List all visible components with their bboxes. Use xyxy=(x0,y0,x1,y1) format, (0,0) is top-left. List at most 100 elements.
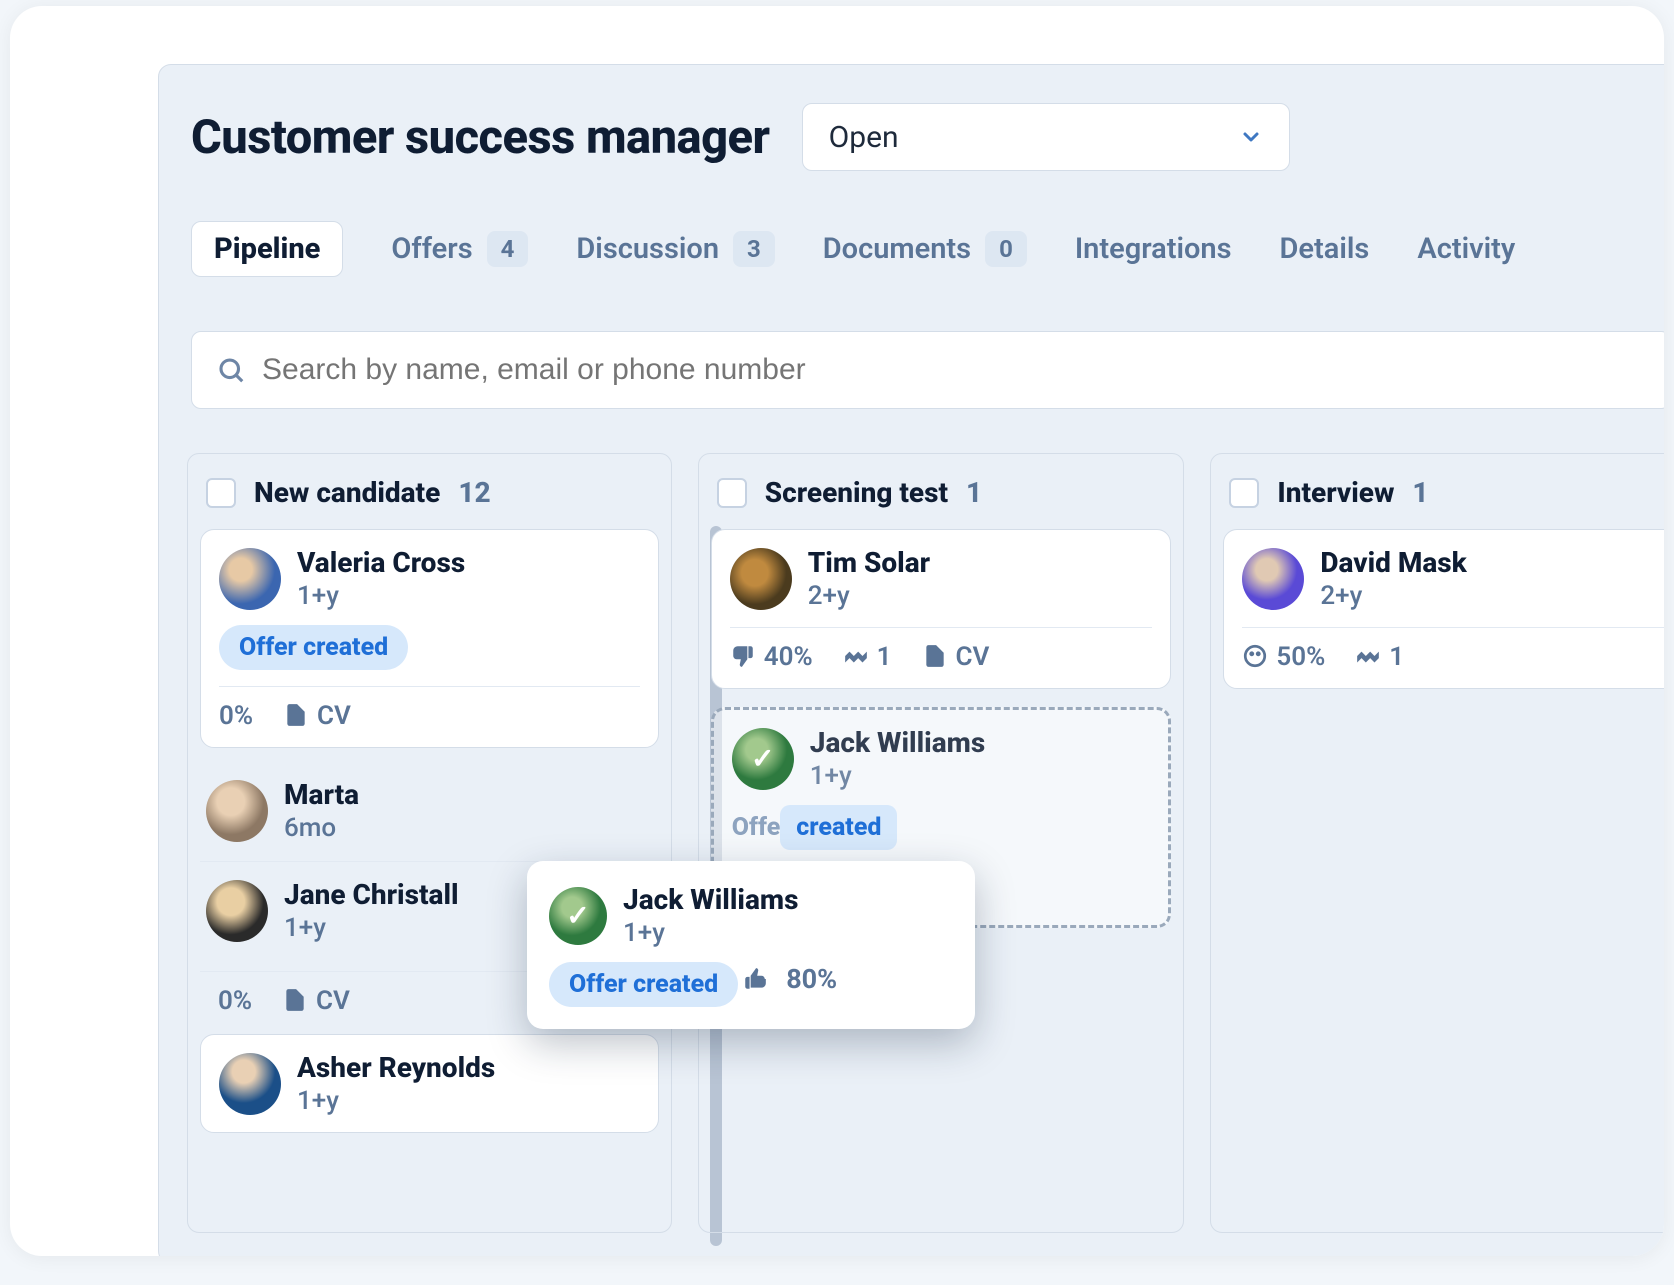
column-title: Interview xyxy=(1277,476,1394,509)
dragging-card[interactable]: Jack Williams 1+y Offer created 80% xyxy=(527,861,975,1029)
handshake-count: 1 xyxy=(1355,642,1404,672)
candidate-list-item[interactable]: Marta 6mo xyxy=(200,766,659,855)
search-icon xyxy=(216,355,246,385)
candidate-tenure: 1+y xyxy=(284,913,459,943)
tab-offers[interactable]: Offers 4 xyxy=(391,231,528,267)
column-screening-test: Screening test 1 Tim Solar 2+y 40% xyxy=(698,453,1185,1233)
tab-label: Pipeline xyxy=(214,232,320,266)
candidate-tenure: 1+y xyxy=(297,1086,495,1116)
thumb-score: 80% xyxy=(742,963,837,995)
tab-count: 4 xyxy=(487,231,529,267)
status-value: Open xyxy=(829,120,899,155)
candidate-name: Valeria Cross xyxy=(297,546,465,579)
column-title: New candidate xyxy=(254,476,440,509)
workspace-panel: Customer success manager Open Pipeline O… xyxy=(158,64,1664,1256)
tab-label: Discussion xyxy=(576,232,719,266)
candidate-tenure: 1+y xyxy=(297,581,465,611)
candidate-tenure: 6mo xyxy=(284,813,359,843)
candidate-name: David Mask xyxy=(1320,546,1466,579)
tab-documents[interactable]: Documents 0 xyxy=(823,231,1027,267)
candidate-name: Marta xyxy=(284,778,359,811)
avatar xyxy=(730,548,792,610)
offer-created-tag: Offer created xyxy=(549,962,738,1007)
tabs: Pipeline Offers 4 Discussion 3 Documents… xyxy=(159,221,1664,277)
header: Customer success manager Open xyxy=(159,103,1664,171)
candidate-tenure: 1+y xyxy=(623,918,798,948)
column-checkbox[interactable] xyxy=(206,478,236,508)
candidate-name: Tim Solar xyxy=(808,546,930,579)
candidate-name: Jack Williams xyxy=(623,883,798,916)
candidate-card[interactable]: David Mask 2+y 50% 1 xyxy=(1223,529,1664,689)
app-window: Customer success manager Open Pipeline O… xyxy=(10,6,1664,1256)
avatar xyxy=(1242,548,1304,610)
handshake-icon xyxy=(1355,643,1381,669)
column-header: Screening test 1 xyxy=(711,468,1172,529)
avatar xyxy=(219,1053,281,1115)
column-interview: Interview 1 David Mask 2+y 50% xyxy=(1210,453,1664,1233)
page-title: Customer success manager xyxy=(191,110,770,165)
tab-label: Details xyxy=(1280,232,1370,266)
offer-created-tag: Offer created xyxy=(219,625,408,670)
tab-label: Integrations xyxy=(1075,232,1232,266)
card-footer: 40% 1 CV xyxy=(730,627,1153,672)
candidate-card[interactable]: Asher Reynolds 1+y xyxy=(200,1034,659,1133)
score-percent: 50% xyxy=(1242,642,1325,672)
thumbs-down-icon xyxy=(730,643,756,669)
avatar xyxy=(732,728,794,790)
column-count: 12 xyxy=(458,476,490,509)
candidate-tenure: 2+y xyxy=(808,581,930,611)
tab-details[interactable]: Details xyxy=(1280,232,1370,266)
offer-tag-left: Offe xyxy=(732,813,781,842)
offer-tag-right: created xyxy=(780,805,897,850)
tab-count: 0 xyxy=(985,231,1027,267)
kanban-board: New candidate 12 Valeria Cross 1+y Offer… xyxy=(187,453,1664,1233)
candidate-name: Asher Reynolds xyxy=(297,1051,495,1084)
thumbs-up-icon xyxy=(742,966,768,992)
candidate-card[interactable]: Valeria Cross 1+y Offer created 0% CV xyxy=(200,529,659,748)
handshake-icon xyxy=(843,643,869,669)
avatar xyxy=(206,880,268,942)
cv-link[interactable]: CV xyxy=(283,701,351,731)
tab-discussion[interactable]: Discussion 3 xyxy=(576,231,774,267)
candidate-name: Jack Williams xyxy=(810,726,985,759)
search-box[interactable] xyxy=(191,331,1664,409)
tab-integrations[interactable]: Integrations xyxy=(1075,232,1232,266)
document-icon xyxy=(282,987,308,1013)
column-title: Screening test xyxy=(765,476,948,509)
cv-link[interactable]: CV xyxy=(922,642,990,672)
score-percent: 40% xyxy=(730,642,813,672)
column-new-candidate: New candidate 12 Valeria Cross 1+y Offer… xyxy=(187,453,672,1233)
chevron-down-icon xyxy=(1239,125,1263,149)
column-header: New candidate 12 xyxy=(200,468,659,529)
search-row xyxy=(191,331,1664,409)
avatar xyxy=(549,887,607,945)
candidate-tenure: 1+y xyxy=(810,761,985,791)
candidate-card[interactable]: Tim Solar 2+y 40% 1 CV xyxy=(711,529,1172,689)
column-count: 1 xyxy=(966,476,982,509)
cv-link[interactable]: CV xyxy=(282,986,350,1016)
tab-activity[interactable]: Activity xyxy=(1417,232,1515,266)
status-select[interactable]: Open xyxy=(802,103,1290,171)
tab-label: Offers xyxy=(391,232,472,266)
document-icon xyxy=(283,702,309,728)
column-header: Interview 1 xyxy=(1223,468,1664,529)
tab-pipeline[interactable]: Pipeline xyxy=(191,221,343,277)
tab-count: 3 xyxy=(733,231,775,267)
card-footer: 0% CV xyxy=(219,686,640,731)
card-footer: 50% 1 xyxy=(1242,627,1664,672)
score-percent: 0% xyxy=(219,701,253,731)
column-count: 1 xyxy=(1412,476,1428,509)
candidate-name: Jane Christall xyxy=(284,878,459,911)
avatar xyxy=(219,548,281,610)
column-checkbox[interactable] xyxy=(1229,478,1259,508)
avatar xyxy=(206,780,268,842)
score-percent: 0% xyxy=(218,986,252,1016)
tab-label: Activity xyxy=(1417,232,1515,266)
candidate-tenure: 2+y xyxy=(1320,581,1466,611)
document-icon xyxy=(922,643,948,669)
clock-icon xyxy=(1242,643,1268,669)
search-input[interactable] xyxy=(262,353,1646,387)
tab-label: Documents xyxy=(823,232,971,266)
column-checkbox[interactable] xyxy=(717,478,747,508)
handshake-count: 1 xyxy=(843,642,892,672)
